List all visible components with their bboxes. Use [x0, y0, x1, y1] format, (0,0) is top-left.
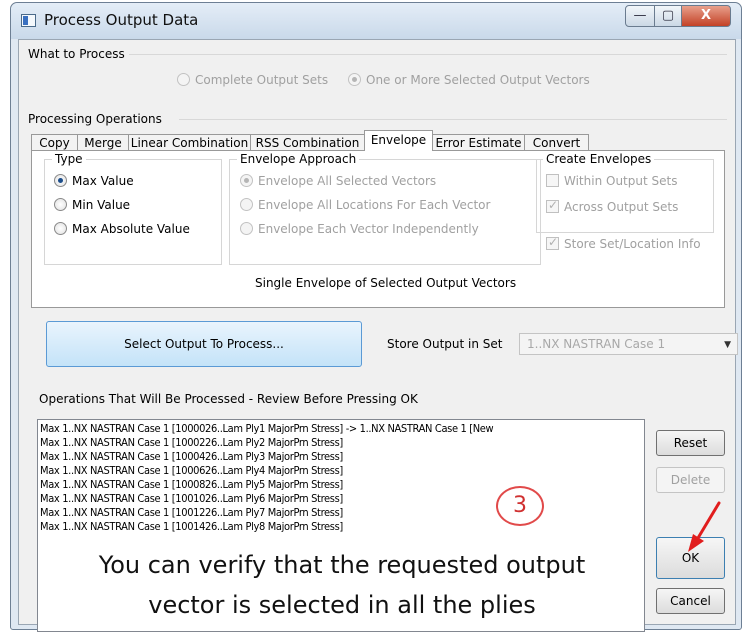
create-envelopes-label: Create Envelopes — [543, 152, 655, 166]
radio-max-value[interactable]: Max Value — [54, 174, 134, 188]
reset-button[interactable]: Reset — [656, 430, 725, 456]
tab-envelope[interactable]: Envelope — [364, 130, 433, 151]
operations-list-label: Operations That Will Be Processed - Revi… — [39, 392, 418, 406]
tab-rss-combination[interactable]: RSS Combination — [250, 134, 365, 151]
dialog-body: What to Process Complete Output Sets One… — [18, 39, 738, 632]
envelope-tab-panel: Type Max Value Min Value Max Absolute Va… — [31, 150, 725, 308]
check-store-set-location-info-box — [546, 235, 559, 250]
cancel-button[interactable]: Cancel — [656, 588, 725, 614]
tab-merge[interactable]: Merge — [77, 134, 129, 151]
list-item[interactable]: Max 1..NX NASTRAN Case 1 [1001026..Lam P… — [40, 492, 343, 506]
check-store-set-location-info[interactable]: Store Set/Location Info — [546, 235, 701, 251]
check-across-output-sets-label: Across Output Sets — [564, 200, 679, 214]
title-bar[interactable]: Process Output Data — ▢ X — [11, 3, 741, 39]
processing-operations-separator — [179, 119, 727, 120]
process-output-data-window: Process Output Data — ▢ X What to Proces… — [10, 2, 742, 632]
list-item[interactable]: Max 1..NX NASTRAN Case 1 [1000426..Lam P… — [40, 450, 343, 464]
radio-envelope-all-locations-circle — [240, 198, 253, 211]
radio-min-value[interactable]: Min Value — [54, 198, 130, 212]
check-store-set-location-info-label: Store Set/Location Info — [564, 237, 701, 251]
maximize-button[interactable]: ▢ — [654, 5, 682, 27]
radio-max-value-circle — [54, 174, 67, 187]
radio-selected-output-vectors-label: One or More Selected Output Vectors — [366, 73, 590, 87]
radio-max-absolute-value-label: Max Absolute Value — [72, 222, 190, 236]
create-envelopes-group — [536, 159, 714, 233]
tab-copy[interactable]: Copy — [31, 134, 78, 151]
list-item[interactable]: Max 1..NX NASTRAN Case 1 [1000026..Lam P… — [40, 422, 494, 436]
what-to-process-label: What to Process — [28, 47, 125, 61]
check-within-output-sets-label: Within Output Sets — [564, 174, 678, 188]
envelope-approach-label: Envelope Approach — [237, 152, 360, 166]
radio-min-value-circle — [54, 198, 67, 211]
radio-complete-output-sets[interactable]: Complete Output Sets — [177, 73, 328, 87]
radio-max-absolute-value-circle — [54, 222, 67, 235]
list-item[interactable]: Max 1..NX NASTRAN Case 1 [1001426..Lam P… — [40, 520, 343, 534]
check-across-output-sets[interactable]: Across Output Sets — [546, 198, 679, 214]
check-across-output-sets-box — [546, 198, 559, 213]
radio-min-value-label: Min Value — [72, 198, 131, 212]
radio-envelope-each-vector[interactable]: Envelope Each Vector Independently — [240, 222, 479, 236]
app-icon — [21, 14, 36, 27]
list-item[interactable]: Max 1..NX NASTRAN Case 1 [1000226..Lam P… — [40, 436, 343, 450]
radio-envelope-all-selected-vectors-label: Envelope All Selected Vectors — [258, 174, 437, 188]
close-button[interactable]: X — [681, 5, 731, 27]
pointer-arrow-icon — [688, 501, 721, 552]
radio-envelope-all-locations[interactable]: Envelope All Locations For Each Vector — [240, 198, 490, 212]
store-output-label: Store Output in Set — [387, 337, 503, 351]
annotation-line-2: vector is selected in all the plies — [148, 591, 536, 619]
tab-convert[interactable]: Convert — [524, 134, 589, 151]
annotation-line-1: You can verify that the requested output — [98, 551, 586, 579]
type-group-label: Type — [52, 152, 86, 166]
select-output-to-process-button[interactable]: Select Output To Process... — [46, 321, 362, 367]
list-item[interactable]: Max 1..NX NASTRAN Case 1 [1001226..Lam P… — [40, 506, 343, 520]
envelope-summary: Single Envelope of Selected Output Vecto… — [255, 276, 517, 290]
list-item[interactable]: Max 1..NX NASTRAN Case 1 [1000626..Lam P… — [40, 464, 343, 478]
window-title: Process Output Data — [44, 11, 199, 29]
radio-envelope-each-vector-label: Envelope Each Vector Independently — [258, 222, 479, 236]
store-output-set-value: 1..NX NASTRAN Case 1 — [527, 337, 666, 351]
list-item[interactable]: Max 1..NX NASTRAN Case 1 [1000826..Lam P… — [40, 478, 343, 492]
radio-envelope-each-vector-circle — [240, 222, 253, 235]
processing-operations-label: Processing Operations — [28, 112, 162, 126]
radio-complete-output-sets-label: Complete Output Sets — [195, 73, 329, 87]
radio-envelope-all-locations-label: Envelope All Locations For Each Vector — [258, 198, 491, 212]
check-within-output-sets[interactable]: Within Output Sets — [546, 174, 677, 188]
tab-error-estimate[interactable]: Error Estimate — [432, 134, 525, 151]
minimize-button[interactable]: — — [625, 5, 655, 27]
radio-max-value-label: Max Value — [72, 174, 134, 188]
radio-max-absolute-value[interactable]: Max Absolute Value — [54, 222, 190, 236]
what-to-process-separator — [129, 54, 727, 55]
radio-complete-output-sets-circle — [177, 73, 190, 86]
store-output-set-select[interactable]: 1..NX NASTRAN Case 1 ▼ — [519, 333, 738, 355]
radio-selected-output-vectors-circle — [348, 73, 361, 86]
radio-selected-output-vectors[interactable]: One or More Selected Output Vectors — [348, 73, 590, 87]
check-within-output-sets-box — [546, 174, 559, 187]
step-number-annotation: 3 — [496, 486, 544, 526]
radio-envelope-all-selected-vectors[interactable]: Envelope All Selected Vectors — [240, 174, 436, 188]
radio-envelope-all-selected-vectors-circle — [240, 174, 253, 187]
tab-linear-combination[interactable]: Linear Combination — [128, 134, 251, 151]
delete-button[interactable]: Delete — [656, 467, 725, 493]
chevron-down-icon[interactable]: ▼ — [724, 335, 731, 355]
